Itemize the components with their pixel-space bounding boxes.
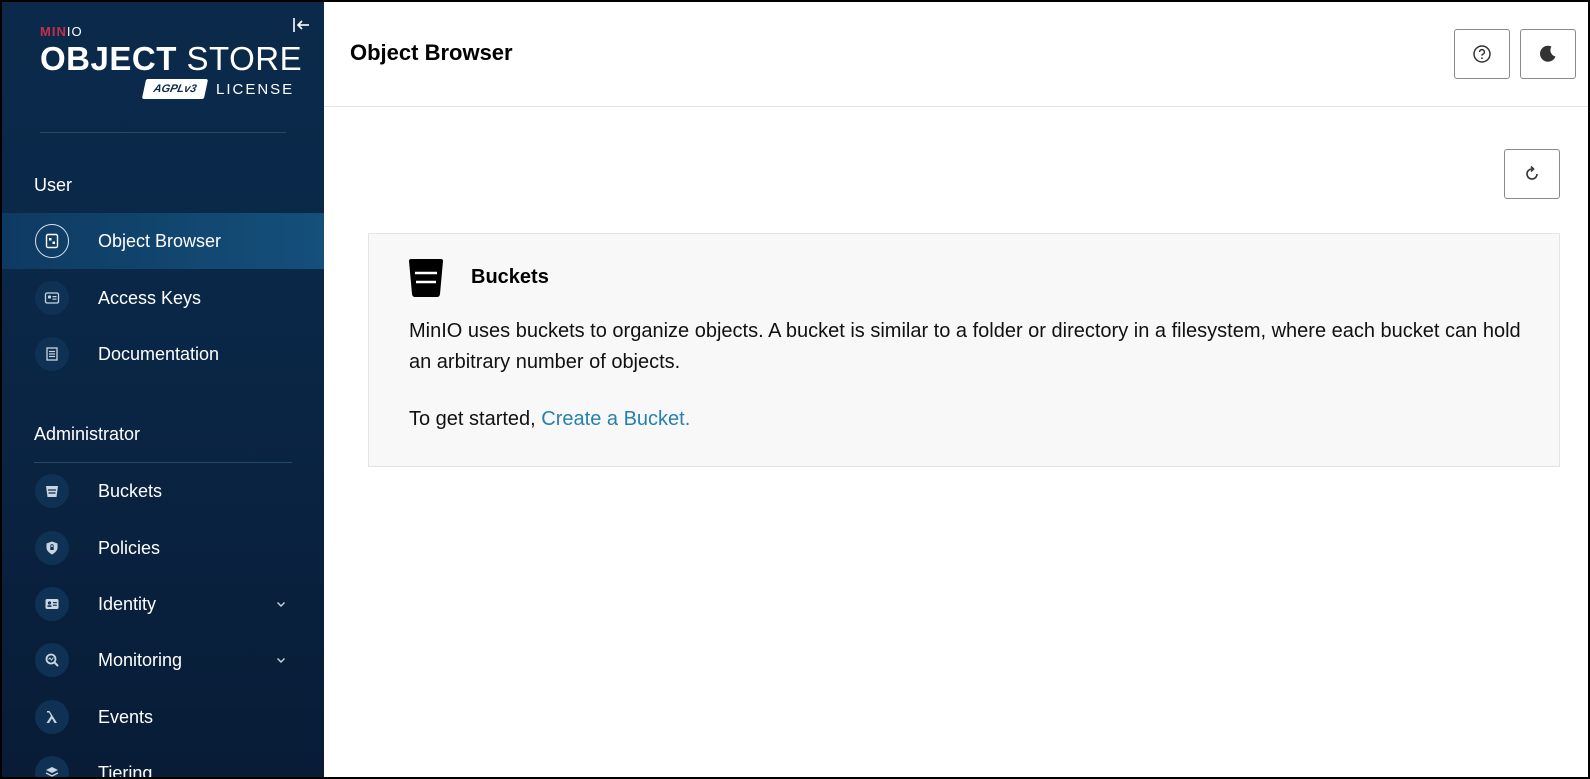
bucket-icon [35,474,69,508]
page-title: Object Browser [350,40,513,65]
sidebar-item-label: Object Browser [98,230,222,251]
access-keys-icon [35,281,69,315]
sidebar-item-label: Monitoring [98,649,183,670]
sidebar-item-label: Policies [98,537,161,558]
logo-divider [40,132,286,133]
object-browser-icon [35,224,69,258]
refresh-button[interactable] [1504,149,1560,199]
chevron-down-icon[interactable] [274,653,288,667]
dark-mode-button[interactable] [1520,29,1576,79]
tiering-icon [35,756,69,777]
sidebar-item-object-browser[interactable]: Object Browser [2,213,324,269]
documentation-icon [35,337,69,371]
sidebar-item-access-keys[interactable]: Access Keys [2,270,324,326]
sidebar-item-tiering[interactable]: Tiering [2,745,324,779]
lambda-icon [35,700,69,734]
logo-license: AGPLv3 LICENSE [141,78,295,100]
collapse-icon [293,18,309,32]
header: Object Browser [324,2,1588,107]
sidebar-item-events[interactable]: Events [2,689,324,745]
sidebar: MINIO OBJECT STORE AGPLv3 LICENSE User O… [2,2,324,779]
identity-icon [35,587,69,621]
agpl-badge: AGPLv3 [141,79,209,99]
sidebar-item-label: Access Keys [98,287,202,308]
sidebar-item-label: Identity [98,593,157,614]
policies-icon [35,531,69,565]
section-title-administrator: Administrator [34,424,141,444]
monitoring-icon [35,643,69,677]
info-cta-prefix: To get started, [409,408,542,430]
bucket-icon [409,259,443,297]
logo: MINIO OBJECT STORE AGPLv3 LICENSE [40,24,302,104]
help-button[interactable] [1454,29,1510,79]
moon-icon [1540,45,1556,62]
app-window: MINIO OBJECT STORE AGPLv3 LICENSE User O… [0,0,1590,779]
sidebar-item-label: Tiering [98,762,153,779]
info-cta: To get started, Create a Bucket. [409,408,690,431]
logo-brand: MINIO [40,24,83,39]
logo-brand-suffix: IO [66,24,83,39]
sidebar-item-label: Events [98,706,154,727]
chevron-down-icon[interactable] [274,597,288,611]
refresh-icon [1526,165,1538,180]
sidebar-item-label: Buckets [98,480,163,501]
help-icon [1473,45,1491,63]
logo-product: OBJECT STORE [40,40,302,78]
sidebar-item-policies[interactable]: Policies [2,520,324,576]
section-title-user: User [34,175,73,195]
sidebar-item-documentation[interactable]: Documentation [2,326,324,382]
create-bucket-link[interactable]: Create a Bucket. [541,408,690,430]
sidebar-item-identity[interactable]: Identity [2,576,324,632]
buckets-info-box: Buckets MinIO uses buckets to organize o… [368,233,1560,467]
collapse-sidebar-button[interactable] [290,14,312,36]
logo-product-bold: OBJECT [40,40,177,77]
sidebar-item-monitoring[interactable]: Monitoring [2,632,324,688]
sidebar-item-buckets[interactable]: Buckets [2,463,324,519]
info-title: Buckets [471,266,549,288]
logo-product-light: STORE [186,40,303,77]
sidebar-item-label: Documentation [98,343,220,364]
info-description: MinIO uses buckets to organize objects. … [409,320,1521,373]
license-text: LICENSE [216,80,295,98]
